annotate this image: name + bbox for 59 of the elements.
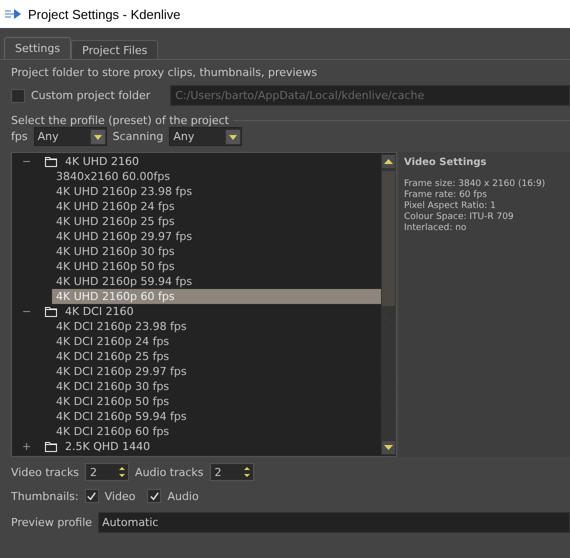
setting-line: Colour Space: ITU-R 709	[404, 212, 515, 222]
folder-icon	[45, 156, 57, 167]
section-legend: Select the profile (preset) of the project	[11, 114, 229, 127]
video-tracks-spinbox[interactable]: 2	[85, 463, 130, 481]
profile-item[interactable]: 4K UHD 2160p 25 fps	[52, 214, 381, 229]
profile-item[interactable]: 4K UHD 2160p 30 fps	[52, 244, 381, 259]
app-logo-icon	[4, 7, 22, 21]
scanning-label: Scanning	[112, 130, 164, 143]
profile-group[interactable]: 2.5K QHD 1440	[65, 440, 150, 453]
expander-icon[interactable]: −	[22, 305, 34, 318]
profile-item[interactable]: 4K DCI 2160p 50 fps	[52, 394, 381, 409]
profile-item[interactable]: 4K UHD 2160p 59.94 fps	[52, 274, 381, 289]
audio-tracks-spinbox[interactable]: 2	[210, 463, 254, 481]
profile-item[interactable]: 4K DCI 2160p 24 fps	[52, 334, 381, 349]
scroll-down-button[interactable]	[381, 440, 396, 455]
down-arrow-icon	[384, 444, 393, 450]
checkbox-label: Audio	[167, 490, 199, 502]
scroll-up-button[interactable]	[381, 154, 396, 169]
profile-item[interactable]: 4K UHD 2160p 50 fps	[52, 259, 381, 274]
profile-item[interactable]: 4K UHD 2160p 24 fps	[52, 199, 381, 214]
video-tracks-label: Video tracks	[11, 466, 80, 478]
profile-item[interactable]: 4K DCI 2160p 29.97 fps	[52, 364, 381, 379]
preview-profile-label: Preview profile	[11, 516, 92, 529]
proxy-description: Project folder to store proxy clips, thumbnails, previews	[11, 66, 318, 79]
profile-item[interactable]: 4K DCI 2160p 30 fps	[52, 379, 381, 394]
panel-heading: Video Settings	[404, 157, 488, 168]
profile-group[interactable]: 4K UHD 2160	[65, 155, 139, 168]
preview-profile-field[interactable]: Automatic	[98, 512, 570, 533]
thumbnails-label: Thumbnails:	[11, 490, 79, 502]
tab[interactable]: Settings	[4, 37, 72, 59]
scanning-dropdown[interactable]: Any	[169, 127, 242, 146]
checkbox[interactable]	[11, 88, 25, 102]
checkbox-label: Custom project folder	[31, 89, 150, 102]
scrollbar-thumb[interactable]	[381, 170, 396, 307]
fps-label: fps	[11, 130, 28, 143]
profile-item[interactable]: 4K DCI 2160p 23.98 fps	[52, 319, 381, 334]
tab[interactable]: Project Files	[71, 40, 158, 59]
setting-line: Frame size: 3840 x 2160 (16:9)	[404, 179, 546, 189]
setting-line: Frame rate: 60 fps	[404, 190, 488, 200]
folder-icon	[45, 441, 57, 452]
profile-item[interactable]: 4K DCI 2160p 60 fps	[52, 424, 381, 439]
fps-dropdown[interactable]: Any	[34, 127, 107, 146]
checkbox[interactable]	[84, 489, 99, 503]
profile-item[interactable]: 4K DCI 2160p 59.94 fps	[52, 409, 381, 424]
expander-icon[interactable]: +	[22, 440, 34, 453]
profile-item[interactable]: 4K UHD 2160p 29.97 fps	[52, 229, 381, 244]
setting-line: Interlaced: no	[404, 223, 468, 233]
folder-icon	[45, 306, 57, 317]
checkbox[interactable]	[147, 489, 162, 503]
profile-item[interactable]: 3840x2160 60.00fps	[52, 169, 381, 184]
profile-item[interactable]: 4K DCI 2160p 25 fps	[52, 349, 381, 364]
profile-group[interactable]: 4K DCI 2160	[65, 305, 134, 318]
expander-icon[interactable]: −	[22, 155, 34, 168]
setting-line: Pixel Aspect Ratio: 1	[404, 201, 497, 211]
audio-tracks-label: Audio tracks	[135, 466, 204, 478]
up-arrow-icon	[384, 158, 393, 164]
checkbox-label: Video	[104, 490, 136, 502]
window-title: Project Settings - Kdenlive	[28, 6, 180, 22]
profile-item[interactable]: 4K UHD 2160p 23.98 fps	[52, 184, 381, 199]
